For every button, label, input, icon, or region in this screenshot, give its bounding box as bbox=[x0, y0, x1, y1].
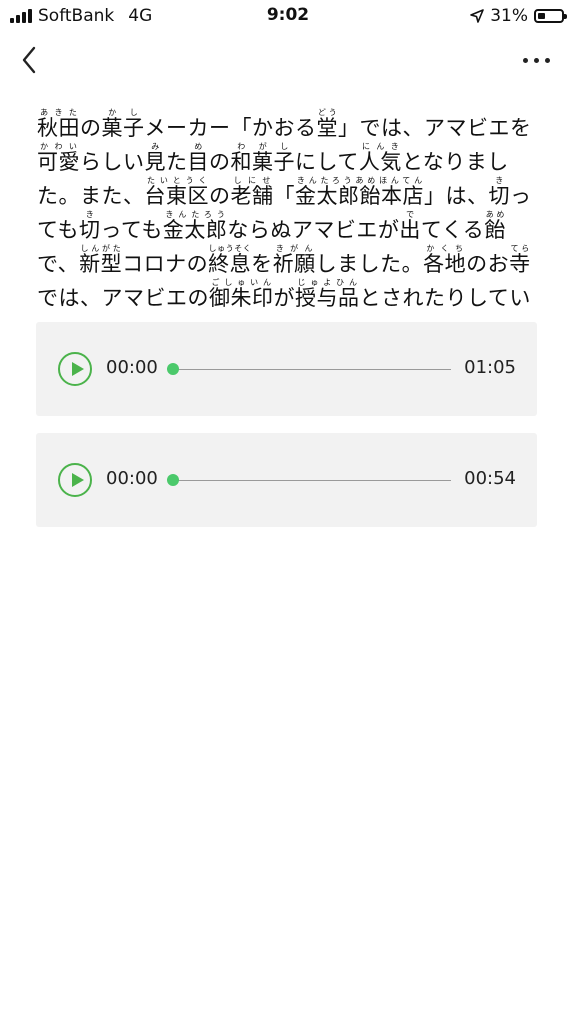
play-button[interactable] bbox=[58, 352, 92, 386]
audio-player-1: 00:00 01:05 bbox=[36, 322, 537, 416]
more-dot-icon bbox=[533, 57, 539, 63]
progress-thumb[interactable] bbox=[167, 363, 179, 375]
nav-bar bbox=[0, 38, 576, 82]
status-bar: SoftBank 4G 9:02 31% bbox=[0, 0, 576, 32]
audio-player-2: 00:00 00:54 bbox=[36, 433, 537, 527]
duration: 00:54 bbox=[464, 468, 516, 489]
more-dot-icon bbox=[544, 57, 550, 63]
progress-track[interactable] bbox=[173, 480, 451, 481]
more-dot-icon bbox=[522, 57, 528, 63]
duration: 01:05 bbox=[464, 357, 516, 378]
current-time: 00:00 bbox=[106, 468, 158, 489]
progress-track[interactable] bbox=[173, 369, 451, 370]
progress-thumb[interactable] bbox=[167, 474, 179, 486]
more-button[interactable] bbox=[516, 48, 556, 72]
back-button[interactable] bbox=[14, 40, 50, 80]
battery-icon bbox=[534, 9, 567, 23]
location-arrow-icon bbox=[470, 9, 485, 23]
chevron-left-icon bbox=[22, 46, 36, 74]
play-button[interactable] bbox=[58, 463, 92, 497]
current-time: 00:00 bbox=[106, 357, 158, 378]
article-body: 秋田あきたの菓子かしメーカー「かおる堂どう」では、アマビエを可愛かわいらしい見み… bbox=[37, 108, 537, 349]
battery-percent: 31% bbox=[490, 6, 528, 26]
status-right: 31% bbox=[470, 6, 567, 26]
article-paragraph: 秋田あきたの菓子かしメーカー「かおる堂どう」では、アマビエを可愛かわいらしい見み… bbox=[37, 108, 532, 344]
